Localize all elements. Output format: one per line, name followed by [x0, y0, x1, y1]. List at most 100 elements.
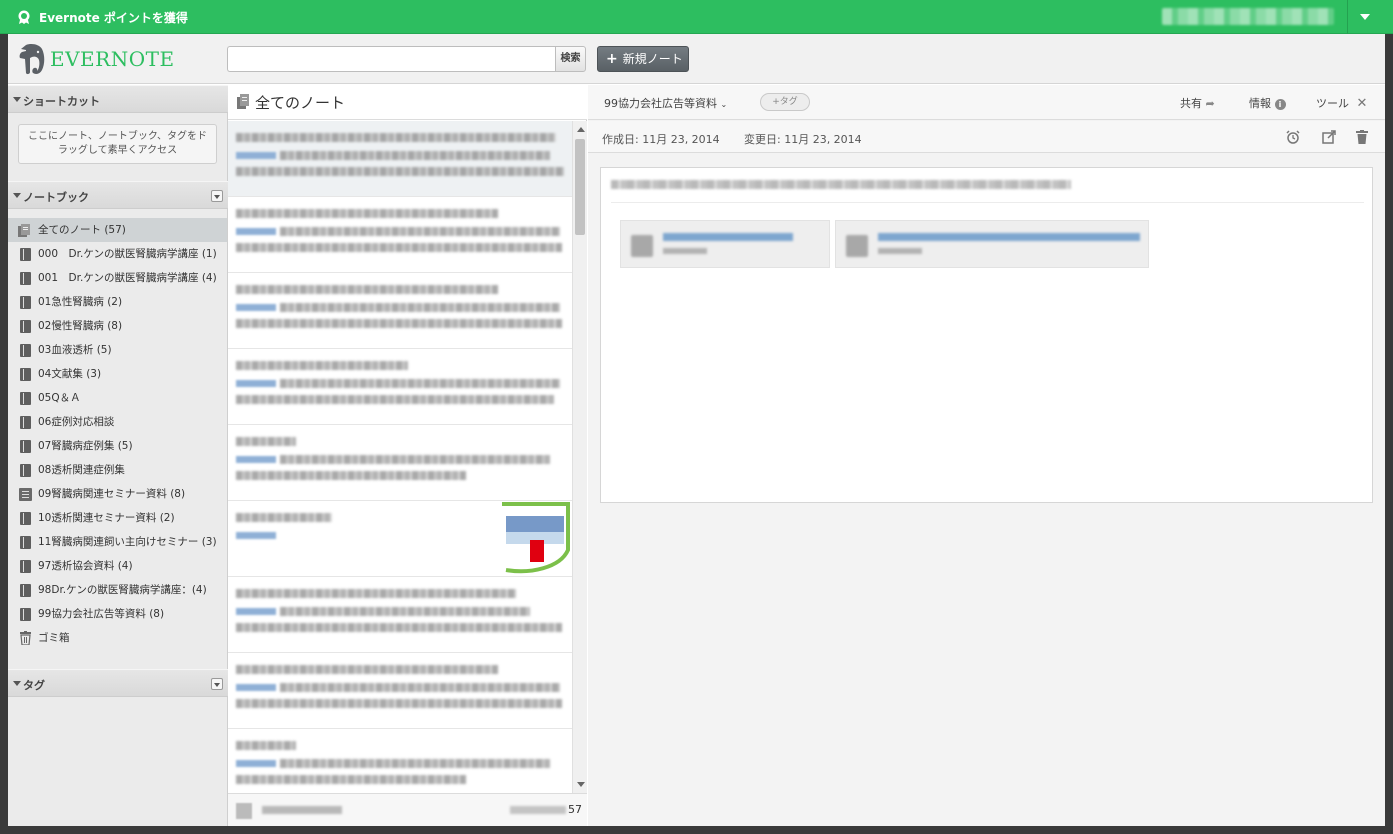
note-content[interactable]: [600, 167, 1373, 503]
note-list-header: 全てのノート: [228, 85, 587, 120]
note-dates-bar: 作成日: 11月 23, 2014 変更日: 11月 23, 2014: [588, 121, 1385, 153]
note-card[interactable]: [228, 121, 572, 197]
sidebar-item-label: 03血液透析 (5): [38, 344, 112, 356]
all-notes-icon: [18, 224, 30, 237]
notebooks-header[interactable]: ノートブック: [8, 181, 228, 209]
scroll-down-icon[interactable]: [577, 782, 585, 787]
sidebar-item-label: ゴミ箱: [38, 632, 70, 644]
reminder-alarm-icon[interactable]: [1286, 130, 1300, 144]
view-options-label[interactable]: [262, 806, 342, 814]
view-options-icon[interactable]: [236, 803, 252, 819]
sidebar-item-notebook[interactable]: 01急性腎臓病 (2): [8, 290, 227, 314]
note-card[interactable]: [228, 425, 572, 501]
note-card[interactable]: [228, 729, 572, 793]
sidebar-item-label: 09腎臓病関連セミナー資料 (8): [38, 488, 186, 500]
attachment-name: [878, 233, 1140, 241]
sidebar-item-label: 05Q＆Ａ: [38, 392, 81, 404]
scroll-thumb[interactable]: [575, 139, 585, 235]
expand-icon[interactable]: [1322, 130, 1336, 144]
scroll-up-icon[interactable]: [577, 127, 585, 132]
note-title[interactable]: [611, 180, 1071, 189]
sidebar-item-notebook[interactable]: 08透析関連症例集: [8, 458, 227, 482]
app-frame: EVERNOTE 検索 + 新規ノート ショートカット ここにノート、ノートブック…: [8, 34, 1385, 826]
notebook-selector-label: 99協力会社広告等資料: [604, 97, 717, 110]
notebook-icon: [20, 248, 31, 261]
attachment[interactable]: [835, 220, 1149, 268]
account-dropdown-icon[interactable]: [1360, 14, 1370, 20]
sidebar-item-notebook[interactable]: 000 Dr.ケンの獣医腎臓病学講座 (1): [8, 242, 227, 266]
note-list-scrollbar[interactable]: [572, 121, 587, 793]
notebook-selector[interactable]: 99協力会社広告等資料 ⌄: [604, 95, 727, 111]
collapse-icon[interactable]: [13, 193, 21, 198]
note-list: 全てのノート 57: [228, 85, 587, 826]
sidebar-item-notebook[interactable]: 97透析協会資料 (4): [8, 554, 227, 578]
sidebar-item-notebook[interactable]: 04文献集 (3): [8, 362, 227, 386]
sidebar-item-label: 000 Dr.ケンの獣医腎臓病学講座 (1): [38, 248, 217, 260]
sidebar-item-label: 001 Dr.ケンの獣医腎臓病学講座 (4): [38, 272, 217, 284]
share-button[interactable]: 共有 ➦: [1180, 95, 1215, 111]
sidebar-item-notebook[interactable]: 10透析関連セミナー資料 (2): [8, 506, 227, 530]
account-name[interactable]: [1162, 8, 1334, 25]
sidebar-item-notebook[interactable]: 98Dr.ケンの獣医腎臓病学講座：(4): [8, 578, 227, 602]
trash-icon[interactable]: [1355, 130, 1369, 144]
tools-label: ツール: [1316, 97, 1349, 110]
attachment[interactable]: [620, 220, 830, 268]
tags-header[interactable]: タグ: [8, 669, 228, 697]
new-note-label: 新規ノート: [622, 52, 683, 66]
sidebar-item-notebook[interactable]: 06症例対応相談: [8, 410, 227, 434]
sidebar-item-notebook[interactable]: 09腎臓病関連セミナー資料 (8): [8, 482, 227, 506]
note-card[interactable]: [228, 653, 572, 729]
note-card[interactable]: [228, 197, 572, 273]
shortcuts-header[interactable]: ショートカット: [8, 85, 228, 113]
note-card[interactable]: [228, 349, 572, 425]
sidebar-item-trash[interactable]: ゴミ箱: [8, 626, 227, 650]
notebook-icon: [20, 296, 31, 309]
note-card[interactable]: [228, 501, 572, 577]
note-thumbnail: [500, 502, 570, 574]
sidebar-item-all-notes[interactable]: 全てのノート (57): [8, 218, 227, 242]
sidebar-item-label: 98Dr.ケンの獣医腎臓病学講座：(4): [38, 584, 207, 596]
add-tag-button[interactable]: +タグ: [760, 93, 810, 111]
note-card[interactable]: [228, 577, 572, 653]
notebook-icon: [20, 512, 31, 525]
points-link[interactable]: Evernote ポイントを獲得: [39, 9, 188, 26]
sidebar-item-notebook[interactable]: 07腎臓病症例集 (5): [8, 434, 227, 458]
note-list-title: 全てのノート: [255, 94, 346, 112]
collapse-icon[interactable]: [13, 97, 21, 102]
close-icon[interactable]: ✕: [1357, 96, 1368, 111]
attachment-size: [663, 248, 707, 254]
sidebar-item-label: 01急性腎臓病 (2): [38, 296, 123, 308]
sidebar-item-notebook[interactable]: 99協力会社広告等資料 (8): [8, 602, 227, 626]
note-card[interactable]: [228, 273, 572, 349]
note-viewer: 99協力会社広告等資料 ⌄ +タグ 共有 ➦ 情報 i ツール ✕ 作成日: 1…: [588, 85, 1385, 826]
collapse-icon[interactable]: [13, 681, 21, 686]
notebook-icon: [20, 464, 31, 477]
notebooks-menu-icon[interactable]: [211, 190, 223, 202]
notebook-icon: [20, 560, 31, 573]
search-input[interactable]: [227, 46, 555, 72]
new-note-button[interactable]: + 新規ノート: [597, 46, 689, 72]
sidebar-item-notebook[interactable]: 03血液透析 (5): [8, 338, 227, 362]
share-label: 共有: [1180, 97, 1202, 110]
notebook-list: 全てのノート (57) 000 Dr.ケンの獣医腎臓病学講座 (1) 001 D…: [8, 218, 227, 650]
sidebar-item-notebook[interactable]: 02慢性腎臓病 (8): [8, 314, 227, 338]
tags-menu-icon[interactable]: [211, 678, 223, 690]
shared-notebook-icon: [19, 488, 32, 501]
sidebar-item-label: 99協力会社広告等資料 (8): [38, 608, 165, 620]
sidebar-item-notebook[interactable]: 001 Dr.ケンの獣医腎臓病学講座 (4): [8, 266, 227, 290]
sidebar-item-notebook[interactable]: 05Q＆Ａ: [8, 386, 227, 410]
notebook-icon: [20, 320, 31, 333]
info-button[interactable]: 情報 i: [1249, 95, 1286, 111]
search-button[interactable]: 検索: [555, 46, 586, 72]
note-cards: [228, 121, 572, 793]
sidebar-item-label: 06症例対応相談: [38, 416, 115, 428]
notebook-icon: [20, 416, 31, 429]
sidebar-item-notebook[interactable]: 11腎臓病関連飼い主向けセミナー (3): [8, 530, 227, 554]
notebook-icon: [20, 584, 31, 597]
shortcuts-drop-zone: ここにノート、ノートブック、タグをドラッグして素早くアクセス: [18, 124, 217, 164]
notebook-icon: [20, 344, 31, 357]
note-toolbar: 99協力会社広告等資料 ⌄ +タグ 共有 ➦ 情報 i ツール ✕: [588, 85, 1385, 120]
sidebar-item-label: 11腎臓病関連飼い主向けセミナー (3): [38, 536, 217, 548]
tools-button[interactable]: ツール ✕: [1316, 95, 1367, 111]
sidebar-item-label: 08透析関連症例集: [38, 464, 125, 476]
